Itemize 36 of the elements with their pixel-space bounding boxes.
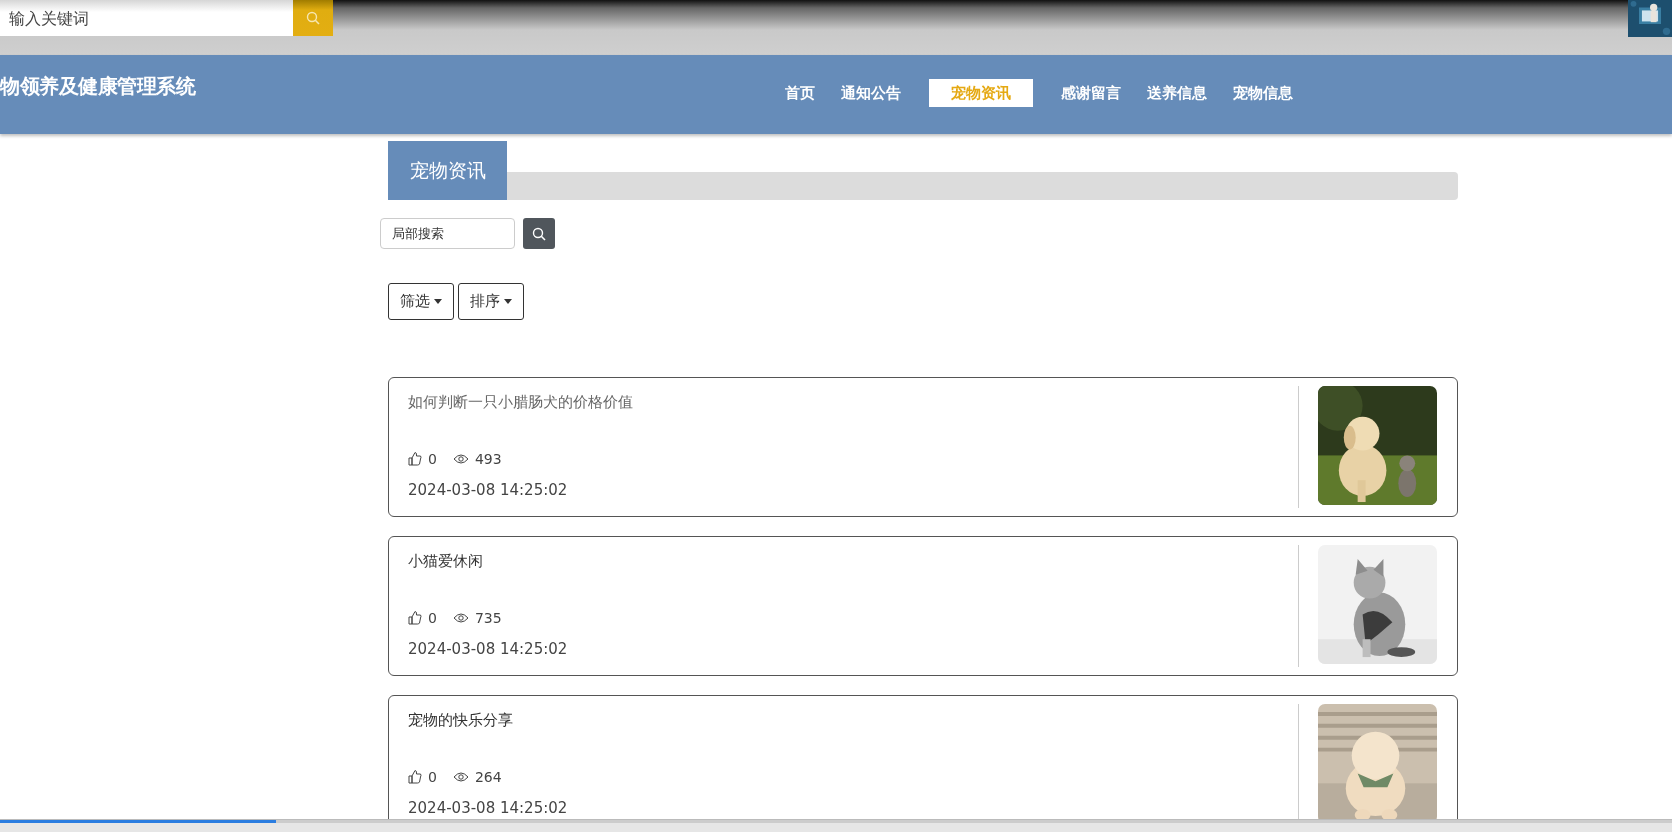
like-count: 0 <box>428 768 437 785</box>
eye-icon <box>452 453 469 464</box>
nav-tab[interactable]: 通知公告 <box>831 78 911 107</box>
nav-tab[interactable]: 首页 <box>775 78 825 107</box>
site-title: 物领养及健康管理系统 <box>0 73 197 100</box>
caret-icon <box>504 299 512 304</box>
section-title: 宠物资讯 <box>388 141 507 200</box>
article-date: 2024-03-08 14:25:02 <box>408 799 569 817</box>
search-field[interactable]: 输入关键词 <box>0 0 293 36</box>
nav-tab[interactable]: 宠物信息 <box>1223 78 1303 107</box>
view-count: 735 <box>474 609 502 626</box>
caret-icon <box>434 299 442 304</box>
eye-icon <box>452 612 469 623</box>
article-title[interactable]: 宠物的快乐分享 <box>408 711 1298 765</box>
search-field[interactable]: 局部搜索 <box>380 218 515 249</box>
nav-tab[interactable]: 宠物资讯 <box>929 78 1033 107</box>
nav-tab[interactable]: 送养信息 <box>1137 78 1217 107</box>
nav-tab[interactable]: 感谢留言 <box>1051 78 1131 107</box>
eye-icon <box>452 771 469 782</box>
thumbs-up-icon[interactable] <box>408 610 422 625</box>
article-date: 2024-03-08 14:25:02 <box>408 640 569 658</box>
like-count: 0 <box>428 609 437 626</box>
search-icon <box>532 226 546 241</box>
view-count: 264 <box>474 768 502 785</box>
thumbs-up-icon[interactable] <box>408 769 422 784</box>
dropdown-button[interactable]: 排序 <box>458 283 524 320</box>
dropdown-button[interactable]: 筛选 <box>388 283 454 320</box>
like-count: 0 <box>428 450 437 467</box>
progress-track[interactable] <box>0 820 1672 823</box>
thumbs-up-icon[interactable] <box>408 451 422 466</box>
search-button[interactable] <box>523 218 555 249</box>
view-count: 493 <box>474 450 502 467</box>
article-title[interactable]: 小猫爱休闲 <box>408 552 1298 606</box>
article-date: 2024-03-08 14:25:02 <box>408 481 569 499</box>
search-icon <box>306 11 320 25</box>
article-title[interactable]: 如何判断一只小腊肠犬的价格价值 <box>408 393 1298 447</box>
